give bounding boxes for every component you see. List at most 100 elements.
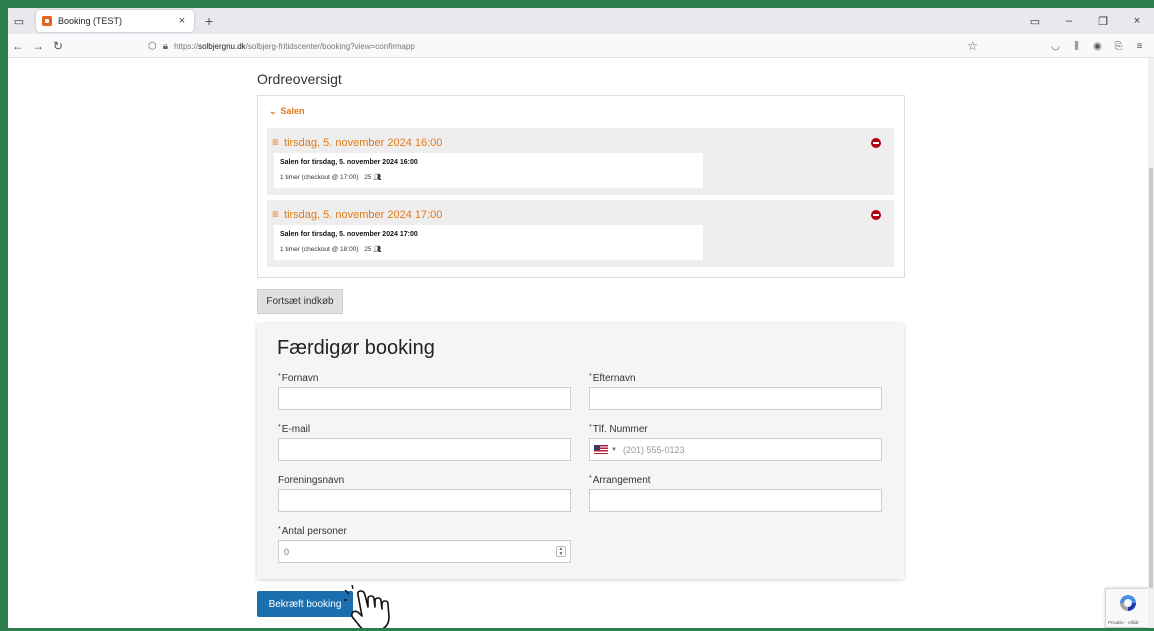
- persons-value: 0: [284, 546, 290, 557]
- slot-card-title: Salen for tirsdag, 5. november 2024 17:0…: [280, 231, 418, 238]
- tab-title: Booking (TEST): [58, 16, 123, 26]
- slot-card-meta: 1 timer (checkout @ 17:00) 25 👥︎: [280, 173, 382, 181]
- booking-slot: ≡ tirsdag, 5. november 2024 17:00 Salen f…: [267, 200, 894, 267]
- window-controls: ▭ – ❐ ×: [1018, 8, 1154, 34]
- slot-duration: 1 timer (checkout @ 18:00): [280, 246, 359, 253]
- order-overview-title: Ordreoversigt: [257, 71, 342, 87]
- confirm-booking-button[interactable]: Bekræft booking: [257, 591, 353, 617]
- last-name-label: *Efternavn: [589, 373, 636, 384]
- email-label: *E-mail: [278, 424, 310, 435]
- url-bar[interactable]: ⬡ 🔒︎ https://solbjergnu.dk/solbjerg-frit…: [148, 36, 978, 56]
- new-tab-button[interactable]: +: [202, 13, 216, 29]
- library-icon[interactable]: ⫼: [1066, 41, 1087, 52]
- required-marker: *: [278, 373, 281, 380]
- sidebar-icon[interactable]: ▭: [8, 10, 30, 32]
- tab-list-icon[interactable]: ▭: [1018, 15, 1052, 28]
- tab-bar: ▭ Booking (TEST) × + ▭ – ❐ ×: [8, 8, 1154, 34]
- hand-pointer-cursor-icon: [344, 585, 390, 628]
- url-path: /solbjerg-fritidscenter/booking?view=con…: [245, 41, 415, 51]
- remove-slot-icon[interactable]: [871, 210, 881, 220]
- account-icon[interactable]: ◉: [1087, 41, 1108, 52]
- hamburger-icon: ≡: [272, 135, 280, 149]
- association-input[interactable]: [278, 489, 571, 512]
- toolbar-right: ◡ ⫼ ◉ ⎘ ≡: [1045, 34, 1150, 58]
- number-spinner-icon[interactable]: ▲ ▼: [556, 546, 566, 557]
- bookmark-star-icon[interactable]: ☆: [967, 39, 978, 53]
- browser-tab[interactable]: Booking (TEST) ×: [36, 10, 194, 32]
- reload-icon[interactable]: ↻: [48, 39, 68, 53]
- required-marker: *: [589, 424, 592, 431]
- email-label-text: E-mail: [281, 424, 311, 435]
- first-name-label-text: Fornavn: [281, 373, 319, 384]
- url-prefix: https://: [174, 41, 199, 51]
- event-label-text: Arrangement: [592, 475, 651, 486]
- pocket-icon[interactable]: ◡: [1045, 41, 1066, 52]
- recaptcha-text[interactable]: Privatliv - Vilkår: [1108, 620, 1139, 625]
- first-name-input[interactable]: [278, 387, 571, 410]
- required-marker: *: [589, 475, 592, 482]
- maximize-button[interactable]: ❐: [1086, 15, 1120, 28]
- last-name-input[interactable]: [589, 387, 882, 410]
- slot-people-count: 25: [364, 246, 372, 253]
- people-icon: 👥︎: [373, 246, 382, 253]
- recaptcha-icon: [1120, 595, 1136, 611]
- phone-label-text: Tlf. Nummer: [592, 424, 648, 435]
- us-flag-icon[interactable]: [594, 445, 608, 454]
- persons-label: *Antal personer: [278, 526, 347, 537]
- slot-card: Salen for tirsdag, 5. november 2024 16:0…: [274, 153, 703, 188]
- phone-label: *Tlf. Nummer: [589, 424, 648, 435]
- event-label: *Arrangement: [589, 475, 651, 486]
- hamburger-icon: ≡: [272, 207, 280, 221]
- close-window-button[interactable]: ×: [1120, 15, 1154, 27]
- site-favicon-icon: [42, 16, 52, 26]
- booking-slot: ≡ tirsdag, 5. november 2024 16:00 Salen f…: [267, 128, 894, 195]
- slot-card-title: Salen for tirsdag, 5. november 2024 16:0…: [280, 159, 418, 166]
- page-content: Ordreoversigt ⌄ Salen ≡ tirsdag, 5. novemb…: [8, 58, 1154, 628]
- continue-shopping-button[interactable]: Fortsæt indkøb: [257, 289, 343, 314]
- slot-header[interactable]: ≡ tirsdag, 5. november 2024 16:00: [272, 135, 442, 149]
- email-input[interactable]: [278, 438, 571, 461]
- tab-close-icon[interactable]: ×: [176, 15, 188, 27]
- form-title: Færdigør booking: [277, 337, 435, 359]
- url-text[interactable]: https://solbjergnu.dk/solbjerg-fritidsce…: [174, 42, 415, 51]
- slot-card-meta: 1 timer (checkout @ 18:00) 25 👥︎: [280, 245, 382, 253]
- people-icon: 👥︎: [373, 174, 382, 181]
- scrollbar-thumb[interactable]: [1149, 168, 1153, 588]
- group-name: Salen: [280, 106, 305, 116]
- lock-icon[interactable]: 🔒︎: [163, 41, 168, 52]
- phone-placeholder: (201) 555-0123: [622, 444, 685, 455]
- last-name-label-text: Efternavn: [592, 373, 636, 384]
- chevron-down-icon: ⌄: [269, 106, 277, 116]
- association-label: Foreningsnavn: [278, 475, 344, 486]
- required-marker: *: [278, 424, 281, 431]
- phone-input[interactable]: ▼ (201) 555-0123: [589, 438, 882, 461]
- page-scrollbar[interactable]: [1148, 58, 1154, 628]
- menu-icon[interactable]: ≡: [1129, 41, 1150, 52]
- browser-window: ▭ Booking (TEST) × + ▭ – ❐ × ← → ↻ ⬡ 🔒︎ …: [8, 8, 1154, 628]
- minimize-button[interactable]: –: [1052, 15, 1086, 27]
- extensions-icon[interactable]: ⎘: [1108, 41, 1129, 52]
- persons-label-text: Antal personer: [281, 526, 347, 537]
- slot-header-text: tirsdag, 5. november 2024 17:00: [284, 209, 443, 221]
- recaptcha-badge[interactable]: Privatliv - Vilkår: [1105, 588, 1151, 628]
- slot-duration: 1 timer (checkout @ 17:00): [280, 174, 359, 181]
- shield-icon[interactable]: ⬡: [148, 41, 157, 52]
- group-toggle[interactable]: ⌄ Salen: [269, 106, 305, 117]
- forward-icon[interactable]: →: [28, 39, 48, 53]
- required-marker: *: [278, 526, 281, 533]
- remove-slot-icon[interactable]: [871, 138, 881, 148]
- back-icon[interactable]: ←: [8, 39, 28, 53]
- persons-input[interactable]: 0 ▲ ▼: [278, 540, 571, 563]
- event-input[interactable]: [589, 489, 882, 512]
- first-name-label: *Fornavn: [278, 373, 318, 384]
- order-overview-box: ⌄ Salen ≡ tirsdag, 5. november 2024 16:00 …: [257, 95, 905, 278]
- caret-down-icon[interactable]: ▼: [611, 447, 617, 453]
- association-label-text: Foreningsnavn: [278, 475, 345, 486]
- booking-form: Færdigør booking *Fornavn *Efternavn *E-…: [257, 323, 904, 579]
- slot-people-count: 25: [364, 174, 372, 181]
- slot-card: Salen for tirsdag, 5. november 2024 17:0…: [274, 225, 703, 260]
- required-marker: *: [589, 373, 592, 380]
- slot-header-text: tirsdag, 5. november 2024 16:00: [284, 137, 443, 149]
- slot-header[interactable]: ≡ tirsdag, 5. november 2024 17:00: [272, 207, 442, 221]
- navigation-bar: ← → ↻ ⬡ 🔒︎ https://solbjergnu.dk/solbjer…: [8, 34, 1154, 58]
